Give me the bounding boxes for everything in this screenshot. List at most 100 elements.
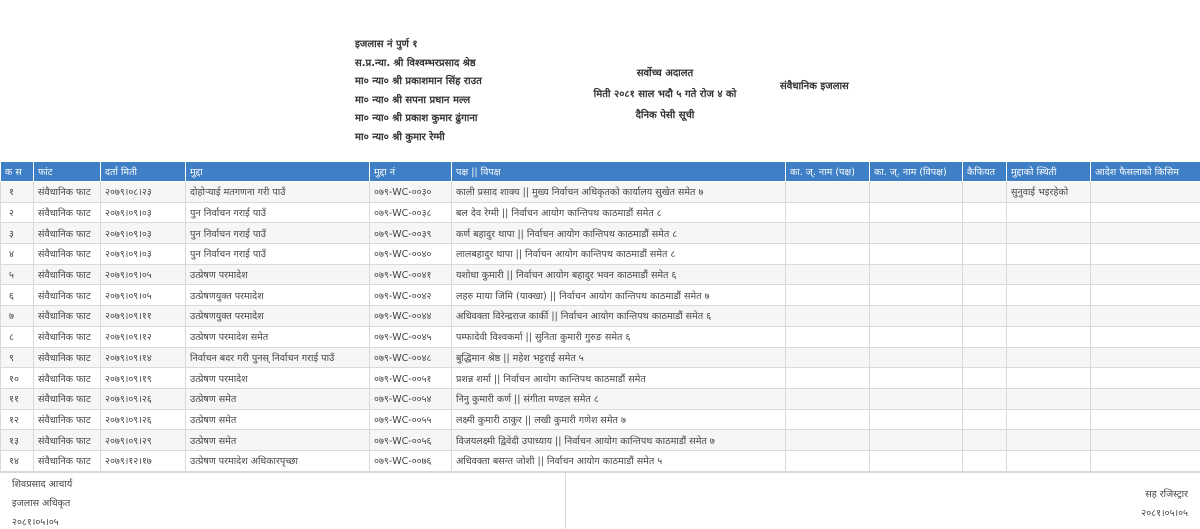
table-row[interactable]: १४ संवैधानिक फाट २०७९।१२।१७ उत्प्रेषण परमाद… [0, 449, 1200, 472]
col-header-date[interactable]: दर्ता मिती [100, 161, 186, 182]
cell-advocate-opponent [869, 408, 963, 431]
cell-order [1090, 387, 1200, 410]
table-row[interactable]: ६ संवैधानिक फाट २०७९।०९।०५ उत्प्रेषणयुक्त प… [0, 284, 1200, 307]
cell-font: संवैधानिक फाट [33, 346, 101, 369]
cell-advocate-party [785, 325, 870, 348]
cell-case: उत्प्रेषणयुक्त परमादेश [185, 305, 370, 327]
col-header-status[interactable]: मुद्दाको स्थिती [1006, 161, 1091, 182]
cell-sn: ३ [0, 222, 34, 245]
cell-case-no: ०७९-WC-००४२ [369, 284, 452, 307]
table-row[interactable]: ११ संवैधानिक फाट २०७९।०९।२६ उत्प्रेषण समेत ०… [0, 387, 1200, 410]
cell-date: २०७९।०९।०५ [100, 284, 186, 307]
header-title-block: सर्वोच्च अदालत मिती २०८१ साल भदौ ५ गते र… [540, 66, 790, 129]
cell-case-no: ०७९-WC-००७६ [369, 449, 452, 472]
cell-font: संवैधानिक फाट [33, 243, 101, 265]
col-header-case-no[interactable]: मुद्दा नं [369, 161, 452, 182]
cell-advocate-opponent [869, 263, 963, 286]
officer-name: शिवप्रसाद आचार्य [12, 479, 73, 490]
cell-status [1006, 449, 1091, 472]
cell-status [1006, 284, 1091, 307]
cell-advocate-party [785, 367, 870, 389]
cell-case-no: ०७९-WC-००५१ [369, 367, 452, 389]
cell-sn: १० [0, 367, 34, 389]
cell-order [1090, 284, 1200, 307]
table-row[interactable]: ८ संवैधानिक फाट २०७९।०९।१२ उत्प्रेषण परमादे… [0, 325, 1200, 348]
cell-status [1006, 367, 1091, 389]
cell-order [1090, 408, 1200, 431]
cell-order [1090, 367, 1200, 389]
cell-date: २०७९।०९।०५ [100, 263, 186, 286]
cell-parties: पम्फादेवी विश्वकर्मा || सुनिता कुमारी गु… [451, 325, 786, 348]
cell-order [1090, 201, 1200, 224]
cell-advocate-party [785, 243, 870, 265]
cell-advocate-opponent [869, 449, 963, 472]
cell-case-no: ०७९-WC-००५५ [369, 408, 452, 431]
cell-status [1006, 243, 1091, 265]
cell-order [1090, 263, 1200, 286]
bench-line: मा० न्या० श्री सपना प्रधान मल्ल [355, 94, 471, 106]
cell-remark [962, 201, 1007, 224]
cell-remark [962, 429, 1007, 451]
table-row[interactable]: १ संवैधानिक फाट २०७९।०८।२३ दोहोऱ्याई मतगणना… [0, 181, 1200, 203]
cell-font: संवैधानिक फाट [33, 222, 101, 245]
cell-date: २०७९।०९।२६ [100, 387, 186, 410]
table-row[interactable]: ९ संवैधानिक फाट २०७९।०९।१४ निर्वाचन बदर गरी… [0, 346, 1200, 369]
bench-line: मा० न्या० श्री प्रकाश कुमार ढुंगाना [355, 113, 478, 124]
bench-line: इजलास नं पुर्ण १ [355, 39, 418, 50]
cell-case-no: ०७९-WC-००५६ [369, 429, 452, 451]
cell-remark [962, 346, 1007, 369]
table-row[interactable]: ४ संवैधानिक फाट २०७९।०९।०३ पुन निर्वाचन गरा… [0, 243, 1200, 265]
cell-advocate-opponent [869, 181, 963, 203]
cell-remark [962, 449, 1007, 472]
cell-order [1090, 181, 1200, 203]
col-header-font[interactable]: फांट [33, 161, 101, 182]
cell-advocate-opponent [869, 284, 963, 307]
cell-parties: निनु कुमारी कर्ण || संगीता मण्डल समेत ८ [451, 387, 786, 410]
cell-parties: लहरु माया जिमि (याक्खा) || निर्वाचन आयोग… [451, 284, 786, 307]
cell-sn: ७ [0, 305, 34, 327]
cell-date: २०७९।०९।०३ [100, 243, 186, 265]
col-header-parties[interactable]: पक्ष || विपक्ष [451, 161, 786, 182]
bench-line: मा० न्या० श्री कुमार रेग्मी [355, 131, 445, 143]
table-row[interactable]: १२ संवैधानिक फाट २०७९।०९।२६ उत्प्रेषण समेत ०… [0, 408, 1200, 431]
cell-order [1090, 429, 1200, 451]
cell-case-no: ०७९-WC-००३९ [369, 222, 452, 245]
cell-parties: बुद्धिमान श्रेष्ठ || महेश भट्टराई समेत ५ [451, 346, 786, 369]
col-header-sn[interactable]: क स [0, 161, 34, 182]
col-header-advocate-opponent[interactable]: का. ज्. नाम (विपक्ष) [869, 161, 963, 182]
cell-remark [962, 263, 1007, 286]
col-header-advocate-party[interactable]: का. ज्. नाम (पक्ष) [785, 161, 870, 182]
cell-case: उत्प्रेषण समेत [185, 408, 370, 431]
cell-advocate-party [785, 305, 870, 327]
table-row[interactable]: १० संवैधानिक फाट २०७९।०९।१९ उत्प्रेषण परमाद… [0, 367, 1200, 389]
cell-case: उत्प्रेषण परमादेश अधिकारपृच्छा [185, 449, 370, 472]
cell-advocate-opponent [869, 346, 963, 369]
col-header-remark[interactable]: कैफियत [962, 161, 1007, 182]
cell-advocate-party [785, 387, 870, 410]
table-row[interactable]: २ संवैधानिक फाट २०७९।०९।०३ पुन निर्वाचन गरा… [0, 201, 1200, 224]
cell-parties: लालबहादुर थापा || निर्वाचन आयोग कान्तिपथ… [451, 243, 786, 265]
cell-case: उत्प्रेषण परमादेश [185, 367, 370, 389]
cell-case: उत्प्रेषणयुक्त परमादेश [185, 284, 370, 307]
col-header-case[interactable]: मुद्दा [185, 161, 370, 182]
cell-case: उत्प्रेषण परमादेश [185, 263, 370, 286]
table-row[interactable]: ३ संवैधानिक फाट २०७९।०९।०३ पुन निर्वाचन गरा… [0, 222, 1200, 245]
cell-sn: १४ [0, 449, 34, 472]
cell-advocate-party [785, 284, 870, 307]
table-row[interactable]: १३ संवैधानिक फाट २०७९।०९।२९ उत्प्रेषण समेत ०… [0, 429, 1200, 451]
cell-advocate-opponent [869, 367, 963, 389]
table-row[interactable]: ५ संवैधानिक फाट २०७९।०९।०५ उत्प्रेषण परमादे… [0, 263, 1200, 286]
table-row[interactable]: ७ संवैधानिक फाट २०७९।०९।११ उत्प्रेषणयुक्त प… [0, 305, 1200, 327]
cell-font: संवैधानिक फाट [33, 201, 101, 224]
cell-font: संवैधानिक फाट [33, 367, 101, 389]
cell-remark [962, 387, 1007, 410]
cell-case-no: ०७९-WC-००३८ [369, 201, 452, 224]
cell-sn: २ [0, 201, 34, 224]
cell-advocate-opponent [869, 243, 963, 265]
cell-remark [962, 284, 1007, 307]
cell-date: २०७९।०९।१४ [100, 346, 186, 369]
col-header-order[interactable]: आदेश फैसलाको किसिम [1090, 161, 1200, 182]
cell-date: २०७९।०९।२९ [100, 429, 186, 451]
cell-remark [962, 181, 1007, 203]
bench-line: मा० न्या० श्री प्रकाशमान सिंह राउत [355, 76, 482, 87]
